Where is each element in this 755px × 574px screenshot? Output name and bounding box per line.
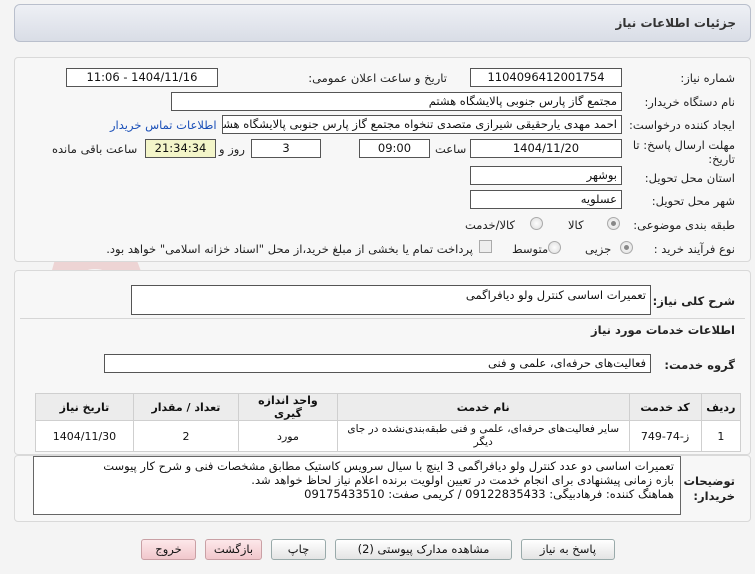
service-group-field: فعالیت‌های حرفه‌ای، علمی و فنی [104, 354, 651, 373]
announce-datetime-field: 1404/11/16 - 11:06 [66, 68, 218, 87]
category-option-goods: کالا [568, 218, 584, 232]
province-field: بوشهر [470, 166, 622, 185]
page-header: جزئیات اطلاعات نیاز [14, 4, 751, 42]
category-radio-goods[interactable] [607, 217, 620, 230]
section-divider [20, 318, 745, 319]
page-frame: جزئیات اطلاعات نیاز AriaTender.net شماره… [0, 0, 755, 574]
buyer-notes-field: تعمیرات اساسی دو عدد کنترل ولو دیافراگمی… [33, 456, 681, 515]
city-label: شهر محل تحویل: [651, 194, 735, 208]
services-table: ردیف کد خدمت نام خدمت واحد اندازه گیری ت… [35, 393, 742, 452]
deadline-time-field: 09:00 [359, 139, 430, 158]
summary-field: تعمیرات اساسی کنترل ولو دیافراگمی [131, 285, 651, 315]
reply-button[interactable]: پاسخ به نیاز [521, 539, 615, 560]
process-option-medium: متوسط [512, 242, 549, 256]
category-option-goods-service: کالا/خدمت [465, 218, 516, 232]
process-label: نوع فرآیند خرید : [653, 242, 735, 256]
category-radio-goods-service[interactable] [530, 217, 543, 230]
remaining-time-label: ساعت باقی مانده [52, 142, 138, 156]
city-field: عسلویه [470, 190, 622, 209]
deadline-time-label: ساعت [435, 142, 467, 156]
process-option-partial: جزیی [585, 242, 612, 256]
page-title: جزئیات اطلاعات نیاز [615, 16, 736, 30]
creator-label: ایجاد کننده درخواست: [629, 118, 735, 132]
view-attachments-button[interactable]: مشاهده مدارک پیوستی (2) [335, 539, 512, 560]
cell-unit: مورد [238, 420, 338, 452]
buyer-contact-link[interactable]: اطلاعات تماس خریدار [110, 118, 217, 132]
table-header-row: ردیف کد خدمت نام خدمت واحد اندازه گیری ت… [35, 393, 742, 421]
notes-label: توضیحات [683, 474, 736, 488]
treasury-payment-note: پرداخت تمام یا بخشی از مبلغ خرید،از محل … [106, 242, 473, 256]
need-number-field: 1104096412001754 [470, 68, 622, 87]
col-unit: واحد اندازه گیری [238, 393, 338, 421]
summary-label: شرح کلی نیاز: [652, 294, 735, 308]
days-remaining-field: 3 [251, 139, 321, 158]
category-label: طبقه بندی موضوعی: [633, 218, 735, 232]
col-row-number: ردیف [700, 393, 742, 421]
col-need-date: تاریخ نیاز [35, 393, 134, 421]
province-label: استان محل تحویل: [644, 171, 735, 185]
creator-field: احمد مهدی یارحقیقی شیرازی متصدی تنخواه م… [222, 115, 622, 134]
col-service-code: کد خدمت [628, 393, 702, 421]
exit-button[interactable]: خروج [141, 539, 196, 560]
print-button[interactable]: چاپ [271, 539, 326, 560]
remaining-time-field: 21:34:34 [145, 139, 216, 158]
days-label: روز و [219, 142, 245, 156]
col-quantity: تعداد / مقدار [132, 393, 240, 421]
deadline-date-field: 1404/11/20 [470, 139, 622, 158]
announce-label: تاریخ و ساعت اعلان عمومی: [308, 71, 447, 85]
need-number-label: شماره نیاز: [680, 71, 735, 85]
table-row: 1 ز-74-749 سایر فعالیت‌های حرفه‌ای، علمی… [35, 420, 742, 452]
deadline-label-date: تاریخ: [708, 152, 735, 166]
cell-service-name: سایر فعالیت‌های حرفه‌ای، علمی و فنی طبقه… [336, 420, 630, 452]
cell-service-code: ز-74-749 [628, 420, 702, 452]
buyer-org-field: مجتمع گاز پارس جنوبی پالایشگاه هشتم [171, 92, 622, 111]
cell-quantity: 2 [132, 420, 240, 452]
process-radio-medium[interactable] [548, 241, 561, 254]
notes-label-buyer: خریدار: [693, 489, 735, 503]
cell-row-number: 1 [700, 420, 742, 452]
process-radio-partial[interactable] [620, 241, 633, 254]
deadline-label: مهلت ارسال پاسخ: تا [632, 138, 735, 152]
service-group-label: گروه خدمت: [664, 358, 735, 372]
treasury-payment-checkbox[interactable] [479, 240, 492, 253]
col-service-name: نام خدمت [336, 393, 630, 421]
buyer-org-label: نام دستگاه خریدار: [644, 95, 735, 109]
back-button[interactable]: بازگشت [205, 539, 262, 560]
services-section-title: اطلاعات خدمات مورد نیاز [591, 323, 735, 337]
cell-need-date: 1404/11/30 [35, 420, 134, 452]
